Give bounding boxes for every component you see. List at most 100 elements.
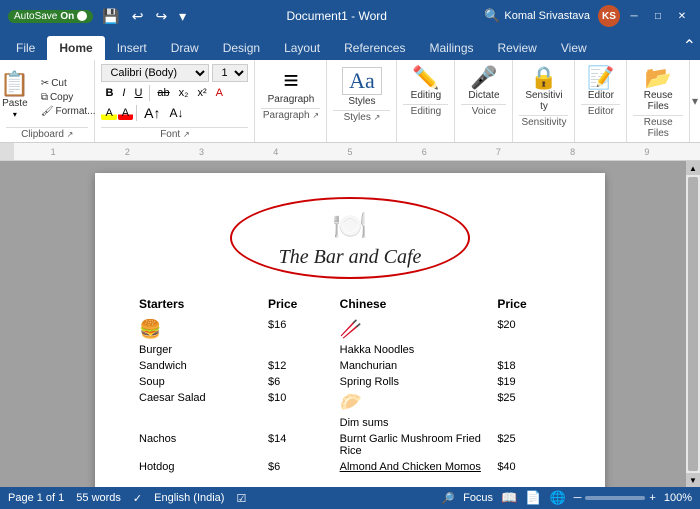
- sensitivity-group-label: Sensitivity: [519, 115, 568, 128]
- empty-price: [264, 415, 336, 431]
- menu-table-header-row: Starters Price Chinese Price: [135, 295, 565, 317]
- minimize-button[interactable]: ─: [624, 6, 644, 26]
- superscript-button[interactable]: x²: [193, 86, 210, 100]
- vertical-scrollbar[interactable]: ▲ ▼: [686, 161, 700, 487]
- spell-check-icon[interactable]: ✓: [133, 492, 142, 505]
- title-bar: AutoSave On 💾 ↩ ↪ ▾ Document1 - Word 🔍 K…: [0, 0, 700, 32]
- tab-view[interactable]: View: [549, 36, 599, 60]
- bold-button[interactable]: B: [101, 86, 117, 100]
- restaurant-name: The Bar and Cafe: [279, 246, 422, 269]
- close-button[interactable]: ✕: [672, 6, 692, 26]
- dim-sums-price-icon: $25: [493, 390, 565, 415]
- styles-button[interactable]: Aa Styles: [337, 64, 387, 110]
- scroll-thumb[interactable]: [688, 177, 698, 471]
- burger-price: [264, 342, 336, 358]
- font-size-select[interactable]: 11: [212, 64, 248, 82]
- tab-review[interactable]: Review: [486, 36, 549, 60]
- sensitivity-group: 🔒 Sensitivity Sensitivity: [513, 60, 575, 142]
- styles-icon: Aa: [342, 67, 382, 95]
- cut-button[interactable]: ✂ Cut: [37, 77, 100, 90]
- font-size-decrease-button[interactable]: A↓: [165, 105, 187, 121]
- almond-chicken-price: $40: [493, 459, 565, 475]
- zoom-minus-icon[interactable]: ─: [574, 492, 582, 504]
- tab-home[interactable]: Home: [47, 36, 104, 60]
- reuse-files-group-label: Reuse Files: [633, 115, 683, 139]
- paste-icon: 📋: [0, 73, 30, 97]
- user-name: Komal Srivastava: [504, 10, 590, 22]
- redo-icon[interactable]: ↪: [152, 7, 170, 26]
- view-web-icon[interactable]: 🌐: [549, 490, 565, 506]
- tab-layout[interactable]: Layout: [272, 36, 332, 60]
- format-painter-button[interactable]: 🖌 Format...: [37, 105, 100, 118]
- accessibility-icon[interactable]: ☑: [236, 492, 246, 505]
- undo-icon[interactable]: ↩: [129, 7, 147, 26]
- sensitivity-button[interactable]: 🔒 Sensitivity: [519, 64, 568, 115]
- search-icon[interactable]: 🔍: [484, 8, 500, 24]
- paste-button[interactable]: 📋 Paste ▾: [0, 70, 35, 122]
- caesar-salad-price: $10: [264, 390, 336, 415]
- focus-icon[interactable]: 🔎: [441, 492, 455, 505]
- cut-icon: ✂: [41, 78, 49, 89]
- ribbon: File Home Insert Draw Design Layout Refe…: [0, 32, 700, 143]
- format-painter-icon: 🖌: [41, 106, 54, 117]
- scroll-up-button[interactable]: ▲: [686, 161, 700, 175]
- restaurant-icon: 🍽️: [333, 209, 368, 242]
- sensitivity-label: Sensitivity: [524, 90, 563, 112]
- paste-dropdown-icon[interactable]: ▾: [13, 110, 17, 119]
- collapse-ribbon-icon[interactable]: ⌃: [683, 36, 696, 56]
- editing-group: ✏️ Editing Editing: [397, 60, 455, 142]
- separator2: [136, 105, 137, 121]
- save-icon[interactable]: 💾: [99, 7, 122, 26]
- tab-insert[interactable]: Insert: [105, 36, 159, 60]
- menu-table: Starters Price Chinese Price 🍔 $16 🥢 $20: [135, 295, 565, 475]
- status-bar: Page 1 of 1 55 words ✓ English (India) ☑…: [0, 487, 700, 509]
- tab-file[interactable]: File: [4, 36, 47, 60]
- editor-group: 📝 Editor Editor: [575, 60, 627, 142]
- sensitivity-icon: 🔒: [530, 67, 557, 89]
- scroll-down-button[interactable]: ▼: [686, 473, 700, 487]
- dictate-button[interactable]: 🎤 Dictate: [463, 64, 504, 104]
- tab-draw[interactable]: Draw: [159, 36, 211, 60]
- editing-label: Editing: [411, 90, 442, 101]
- paragraph-button[interactable]: ≡ Paragraph: [263, 64, 320, 108]
- font-family-select[interactable]: Calibri (Body): [101, 64, 209, 82]
- editor-icon: 📝: [587, 67, 614, 89]
- ribbon-scroll: ▾: [689, 60, 700, 142]
- strikethrough-button[interactable]: ab: [153, 86, 173, 100]
- view-read-icon[interactable]: 📖: [501, 490, 517, 506]
- focus-label: Focus: [463, 492, 493, 504]
- highlight-color-button[interactable]: A: [101, 106, 116, 120]
- menu-row-3: Sandwich $12 Manchurian $18: [135, 358, 565, 374]
- subscript-button[interactable]: x₂: [175, 86, 193, 100]
- starter-icon-cell: 🍔: [135, 317, 264, 342]
- underline-button[interactable]: U: [130, 86, 146, 100]
- maximize-button[interactable]: □: [648, 6, 668, 26]
- font-color-button[interactable]: A: [118, 106, 133, 120]
- page-info: Page 1 of 1: [8, 492, 64, 504]
- tab-mailings[interactable]: Mailings: [417, 36, 485, 60]
- customize-icon[interactable]: ▾: [176, 7, 189, 26]
- zoom-plus-icon[interactable]: +: [649, 492, 655, 504]
- editing-button[interactable]: ✏️ Editing: [406, 64, 447, 104]
- paragraph-icon: ≡: [283, 67, 298, 93]
- copy-button[interactable]: ⧉ Copy: [37, 91, 100, 104]
- font-size-increase-button[interactable]: A↑: [140, 104, 164, 122]
- spring-rolls-name: Spring Rolls: [336, 374, 494, 390]
- ruler: 123 456 789: [0, 143, 700, 161]
- reuse-files-button[interactable]: 📂 Reuse Files: [633, 64, 683, 115]
- hakka-noodles-name: Hakka Noodles: [336, 342, 494, 358]
- header-price2: Price: [493, 295, 565, 317]
- clipboard-small-buttons: ✂ Cut ⧉ Copy 🖌 Format...: [37, 77, 100, 118]
- tab-references[interactable]: References: [332, 36, 417, 60]
- ribbon-scroll-down-icon[interactable]: ▾: [692, 94, 698, 108]
- autosave-toggle[interactable]: AutoSave On: [8, 10, 93, 23]
- tab-design[interactable]: Design: [211, 36, 272, 60]
- zoom-slider[interactable]: [585, 496, 645, 500]
- view-layout-icon[interactable]: 📄: [525, 490, 541, 506]
- user-avatar: KS: [598, 5, 620, 27]
- editor-button[interactable]: 📝 Editor: [582, 64, 619, 104]
- text-effects-button[interactable]: A: [212, 86, 227, 100]
- nachos-price: $14: [264, 431, 336, 459]
- italic-button[interactable]: I: [118, 86, 129, 100]
- dim-sums-icon-cell: 🥟: [336, 390, 494, 415]
